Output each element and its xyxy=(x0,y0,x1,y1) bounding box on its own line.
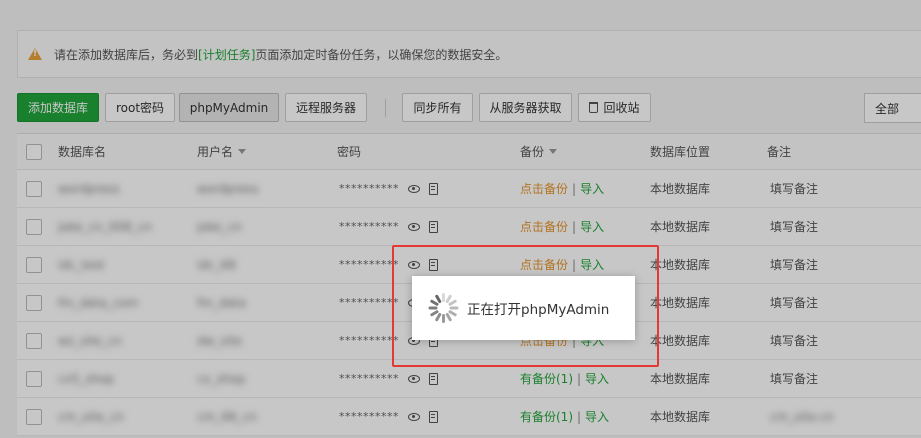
header-backup[interactable]: 备份 xyxy=(520,134,558,169)
db-username: dw_site xyxy=(197,333,243,348)
import-link[interactable]: 导入 xyxy=(585,370,609,387)
db-name: cm_site_cn xyxy=(58,409,125,424)
row-checkbox[interactable] xyxy=(26,322,42,359)
remote-server-button[interactable]: 远程服务器 xyxy=(285,93,367,122)
table-row: wordpress wordpress ********** 点击备份 | 导入 本地数据库… xyxy=(17,170,921,208)
notice-prefix: 请在添加数据库后，务必到 xyxy=(54,47,199,62)
root-password-button[interactable]: root密码 xyxy=(105,93,175,122)
db-password: ********** xyxy=(339,258,399,271)
table-row: cm_site_cn cm_68_cn ********** 有备份(1) | 导入 本地数… xyxy=(17,398,921,436)
sort-caret-icon xyxy=(238,149,247,154)
warning-icon xyxy=(28,48,42,60)
db-username: cx_shop xyxy=(197,371,246,386)
row-checkbox[interactable] xyxy=(26,170,42,207)
phpmyadmin-button[interactable]: phpMyAdmin xyxy=(179,93,279,122)
db-name: idc_test xyxy=(58,257,105,272)
db-name: fm_data_com xyxy=(58,295,139,310)
header-username[interactable]: 用户名 xyxy=(197,134,247,169)
db-location: 本地数据库 xyxy=(650,296,711,310)
backup-link[interactable]: 有备份(1) xyxy=(520,408,573,425)
header-location: 数据库位置 xyxy=(650,145,711,159)
show-password-icon[interactable] xyxy=(408,412,420,421)
sync-all-button[interactable]: 同步所有 xyxy=(402,93,473,122)
db-note[interactable]: 填写备注 xyxy=(770,370,818,387)
db-location: 本地数据库 xyxy=(650,410,711,424)
recycle-bin-button[interactable]: 回收站 xyxy=(578,93,651,122)
backup-link[interactable]: 点击备份 xyxy=(520,180,568,197)
backup-link[interactable]: 有备份(1) xyxy=(520,370,573,387)
link-divider: | xyxy=(577,371,582,386)
backup-notice: 请在添加数据库后，务必到 [计划任务] 页面添加定时备份任务，以确保您的数据安全… xyxy=(17,30,921,78)
copy-password-icon[interactable] xyxy=(429,220,438,233)
db-username: cm_68_cn xyxy=(197,409,257,424)
import-link[interactable]: 导入 xyxy=(580,218,604,235)
db-location: 本地数据库 xyxy=(650,372,711,386)
loading-toast: 正在打开phpMyAdmin xyxy=(412,276,635,340)
select-all-checkbox[interactable] xyxy=(26,134,42,169)
row-checkbox[interactable] xyxy=(26,284,42,321)
row-checkbox[interactable] xyxy=(26,360,42,397)
link-divider: | xyxy=(572,219,577,234)
db-note[interactable]: 填写备注 xyxy=(770,332,818,349)
show-password-icon[interactable] xyxy=(408,184,420,193)
db-name: cx5_shop xyxy=(58,371,115,386)
db-note[interactable]: 填写备注 xyxy=(770,218,818,235)
header-note: 备注 xyxy=(767,145,792,159)
header-password: 密码 xyxy=(337,145,362,159)
db-password: ********** xyxy=(339,410,399,423)
db-password: ********** xyxy=(339,334,399,347)
import-link[interactable]: 导入 xyxy=(585,408,609,425)
toolbar: 添加数据库 root密码 phpMyAdmin 远程服务器 同步所有 从服务器获… xyxy=(17,93,921,123)
filter-select[interactable]: 全部 xyxy=(864,93,921,123)
db-name: joke_cn_008_cn xyxy=(58,219,152,234)
link-divider: | xyxy=(572,181,577,196)
db-note[interactable]: 填写备注 xyxy=(770,180,818,197)
table-header: 数据库名 用户名 密码 备份 数据库位置 备注 xyxy=(17,134,921,170)
row-checkbox[interactable] xyxy=(26,246,42,283)
copy-password-icon[interactable] xyxy=(429,372,438,385)
db-password: ********** xyxy=(339,372,399,385)
loading-text: 正在打开phpMyAdmin xyxy=(467,302,610,318)
add-database-button[interactable]: 添加数据库 xyxy=(17,93,99,122)
sort-caret-icon xyxy=(549,149,558,154)
trash-icon xyxy=(589,102,599,113)
show-password-icon[interactable] xyxy=(408,222,420,231)
db-username: idc_68 xyxy=(197,257,236,272)
db-password: ********** xyxy=(339,220,399,233)
db-location: 本地数据库 xyxy=(650,182,711,196)
db-note[interactable]: 填写备注 xyxy=(770,294,818,311)
link-divider: | xyxy=(577,409,582,424)
fetch-from-server-button[interactable]: 从服务器获取 xyxy=(479,93,572,122)
db-username: wordpress xyxy=(197,181,259,196)
header-db-name[interactable]: 数据库名 xyxy=(58,134,106,169)
db-location: 本地数据库 xyxy=(650,334,711,348)
toolbar-divider xyxy=(385,99,386,117)
copy-password-icon[interactable] xyxy=(429,410,438,423)
show-password-icon[interactable] xyxy=(408,374,420,383)
db-name: wz_site_cn xyxy=(58,333,122,348)
db-note[interactable]: 填写备注 xyxy=(770,256,818,273)
cron-task-link[interactable]: [计划任务] xyxy=(198,46,255,63)
db-name: wordpress xyxy=(58,181,120,196)
spinner-icon xyxy=(427,292,459,324)
row-checkbox[interactable] xyxy=(26,398,42,435)
db-password: ********** xyxy=(339,182,399,195)
recycle-bin-label: 回收站 xyxy=(603,101,640,115)
import-link[interactable]: 导入 xyxy=(580,180,604,197)
notice-suffix: 页面添加定时备份任务，以确保您的数据安全。 xyxy=(255,47,508,62)
db-username: joke_cn xyxy=(197,219,242,234)
backup-link[interactable]: 点击备份 xyxy=(520,218,568,235)
db-location: 本地数据库 xyxy=(650,220,711,234)
copy-password-icon[interactable] xyxy=(429,182,438,195)
db-username: fm_data xyxy=(197,295,246,310)
row-checkbox[interactable] xyxy=(26,208,42,245)
db-location: 本地数据库 xyxy=(650,258,711,272)
db-note[interactable]: cm_site.cn xyxy=(770,410,834,424)
db-password: ********** xyxy=(339,296,399,309)
database-page: 请在添加数据库后，务必到 [计划任务] 页面添加定时备份任务，以确保您的数据安全… xyxy=(0,0,921,438)
table-row: joke_cn_008_cn joke_cn ********** 点击备份 | 导入 本地… xyxy=(17,208,921,246)
